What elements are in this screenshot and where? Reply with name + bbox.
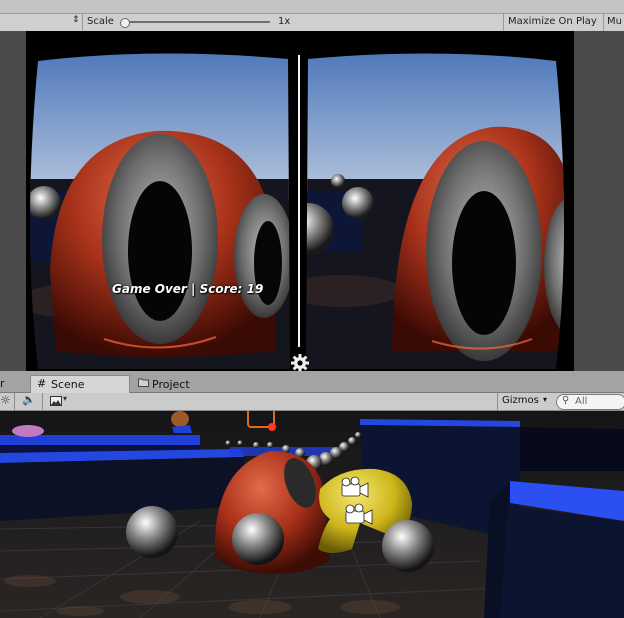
scale-value: 1x xyxy=(278,16,291,27)
vr-settings-gear-icon[interactable] xyxy=(290,353,310,371)
scene-hash-icon: # xyxy=(37,377,47,390)
left-eye-view xyxy=(26,51,292,371)
game-toolbar: ⇕ Scale 1x Maximize On Play Mu xyxy=(0,0,624,32)
scene-render xyxy=(0,411,624,618)
scale-slider[interactable] xyxy=(120,18,272,28)
tab-project-label: Project xyxy=(152,378,190,391)
scene-view[interactable] xyxy=(0,411,624,618)
tab-scene[interactable]: # Scene xyxy=(30,375,130,393)
folder-icon xyxy=(138,378,149,387)
search-icon: ⚲ xyxy=(562,395,570,406)
image-effects-icon xyxy=(50,396,62,406)
right-eye-render xyxy=(302,51,568,371)
scene-toolbar: ☼ 🔈 ▾ Gizmos ▾ ⚲ All xyxy=(0,393,624,411)
maximize-on-play-toggle[interactable]: Maximize On Play xyxy=(508,16,597,27)
game-over-score-text: Game Over | Score: 19 xyxy=(112,282,264,296)
stereo-divider-line xyxy=(298,55,300,347)
tab-project[interactable]: Project xyxy=(136,375,206,392)
right-eye-view xyxy=(302,51,568,371)
gizmos-dropdown[interactable]: Gizmos ▾ xyxy=(502,395,552,408)
scene-effects-dropdown[interactable]: ▾ xyxy=(48,394,70,407)
scale-slider-thumb[interactable] xyxy=(120,18,130,28)
tab-hierarchy-partial[interactable]: r xyxy=(0,377,5,394)
game-view-panel: Game Over | Score: 19 xyxy=(0,31,624,371)
chevron-down-icon: ▾ xyxy=(63,394,68,403)
game-render-canvas[interactable]: Game Over | Score: 19 xyxy=(26,31,574,371)
gizmos-label: Gizmos xyxy=(502,395,539,406)
left-eye-render xyxy=(26,51,292,371)
scene-search-placeholder: All xyxy=(575,396,588,407)
chevron-down-icon: ▾ xyxy=(543,395,548,404)
scene-lighting-sun-icon[interactable]: ☼ xyxy=(0,393,11,407)
editor-tab-bar: r # Scene Project xyxy=(0,372,624,393)
mute-audio-toggle[interactable]: Mu xyxy=(607,16,622,27)
scene-audio-toggle-icon[interactable]: 🔈 xyxy=(22,393,36,406)
game-toolbar-row: ⇕ Scale 1x Maximize On Play Mu xyxy=(0,13,624,32)
scale-label: Scale xyxy=(87,16,114,27)
scene-search-field[interactable]: ⚲ All xyxy=(556,394,624,410)
tab-scene-label: Scene xyxy=(51,378,85,391)
aspect-dropdown-arrow-icon[interactable]: ⇕ xyxy=(72,15,80,25)
